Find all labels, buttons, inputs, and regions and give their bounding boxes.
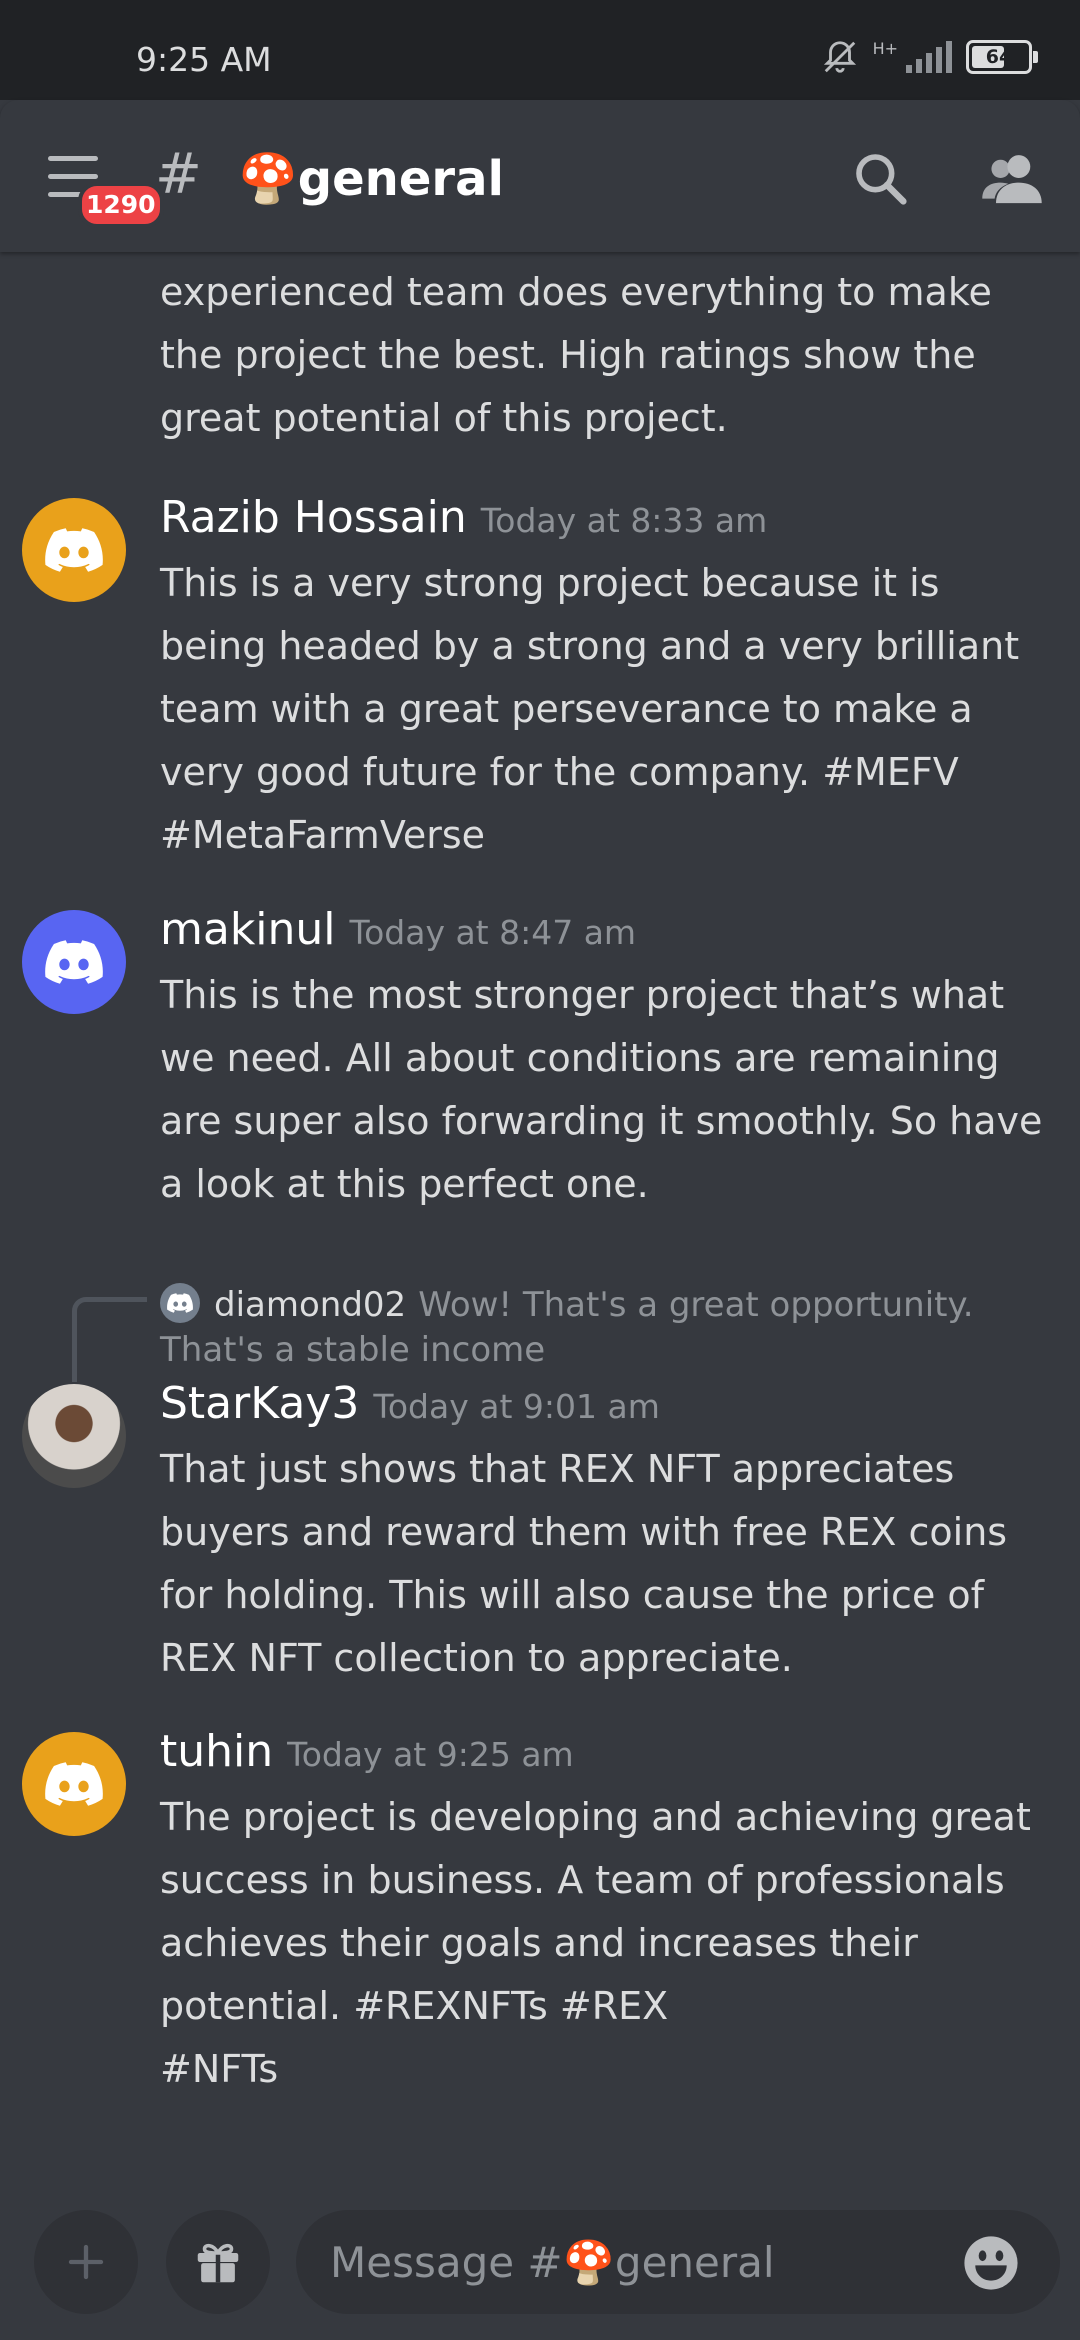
discord-logo-icon xyxy=(45,940,103,984)
author-name[interactable]: tuhin xyxy=(160,1726,273,1777)
battery-level: 64 xyxy=(985,46,1013,68)
avatar[interactable] xyxy=(22,910,126,1014)
message-author[interactable]: makinul Today at 8:47 am xyxy=(160,904,636,955)
message-body-line: The project is developing and achieving … xyxy=(160,1795,1031,2028)
message-composer xyxy=(0,2200,1080,2340)
channel-header: 1290 # 🍄general xyxy=(0,100,1080,252)
signal-icon xyxy=(906,41,952,73)
reply-avatar[interactable] xyxy=(160,1283,200,1323)
message-input[interactable] xyxy=(296,2210,1060,2314)
avatar[interactable] xyxy=(22,1384,126,1488)
message-timestamp: Today at 8:47 am xyxy=(349,913,637,952)
attach-button[interactable] xyxy=(34,2210,138,2314)
channel-name[interactable]: 🍄general xyxy=(238,150,504,207)
battery-icon: 64 xyxy=(966,40,1038,74)
message-timestamp: Today at 9:25 am xyxy=(287,1735,574,1774)
discord-logo-icon xyxy=(167,1293,193,1313)
message-timestamp: Today at 8:33 am xyxy=(480,501,768,540)
message-timestamp: Today at 9:01 am xyxy=(373,1387,660,1426)
message-author[interactable]: StarKay3 Today at 9:01 am xyxy=(160,1378,660,1429)
plus-icon xyxy=(68,2244,104,2280)
message-body: This is a very strong project because it… xyxy=(160,561,1020,857)
reply-text-cont: That's a stable income xyxy=(160,1330,546,1370)
author-name[interactable]: makinul xyxy=(160,904,336,955)
emoji-icon[interactable] xyxy=(962,2234,1020,2292)
unread-badge: 1290 xyxy=(78,182,164,228)
reply-author[interactable]: diamond02 xyxy=(214,1285,406,1325)
discord-logo-icon xyxy=(45,528,103,572)
message-body: This is the most stronger project that’s… xyxy=(160,973,1043,1206)
message-author[interactable]: Razib Hossain Today at 8:33 am xyxy=(160,492,767,543)
gift-button[interactable] xyxy=(166,2210,270,2314)
members-icon[interactable] xyxy=(980,150,1044,206)
channel-hash-icon: # xyxy=(155,142,202,207)
author-name[interactable]: StarKay3 xyxy=(160,1378,359,1429)
status-icons: H+ 64 xyxy=(821,38,1038,76)
message-body: REX NFT project is growing very fast. An… xyxy=(160,230,992,440)
reply-connector xyxy=(72,1297,147,1382)
message-author[interactable]: tuhin Today at 9:25 am xyxy=(160,1726,574,1777)
status-bar: 9:25 AM H+ 64 xyxy=(0,0,1080,100)
network-type: H+ xyxy=(872,38,898,58)
author-name[interactable]: Razib Hossain xyxy=(160,492,467,543)
bell-off-icon xyxy=(823,41,856,73)
avatar[interactable] xyxy=(22,1732,126,1836)
message-body: That just shows that REX NFT appreciates… xyxy=(160,1447,1008,1680)
discord-logo-icon xyxy=(45,1762,103,1806)
search-icon[interactable] xyxy=(852,150,908,206)
reply-text: Wow! That's a great opportunity. xyxy=(418,1285,974,1325)
menu-icon xyxy=(48,156,98,161)
message-list[interactable]: REX NFT project is growing very fast. An… xyxy=(0,230,1080,2200)
gift-icon xyxy=(197,2243,239,2283)
message-body: The project is developing and achieving … xyxy=(160,1786,1050,2101)
status-time: 9:25 AM xyxy=(136,40,272,79)
message-body-line: #NFTs xyxy=(160,2047,279,2091)
reply-preview[interactable]: diamond02 Wow! That's a great opportunity… xyxy=(214,1280,1034,1330)
avatar[interactable] xyxy=(22,498,126,602)
